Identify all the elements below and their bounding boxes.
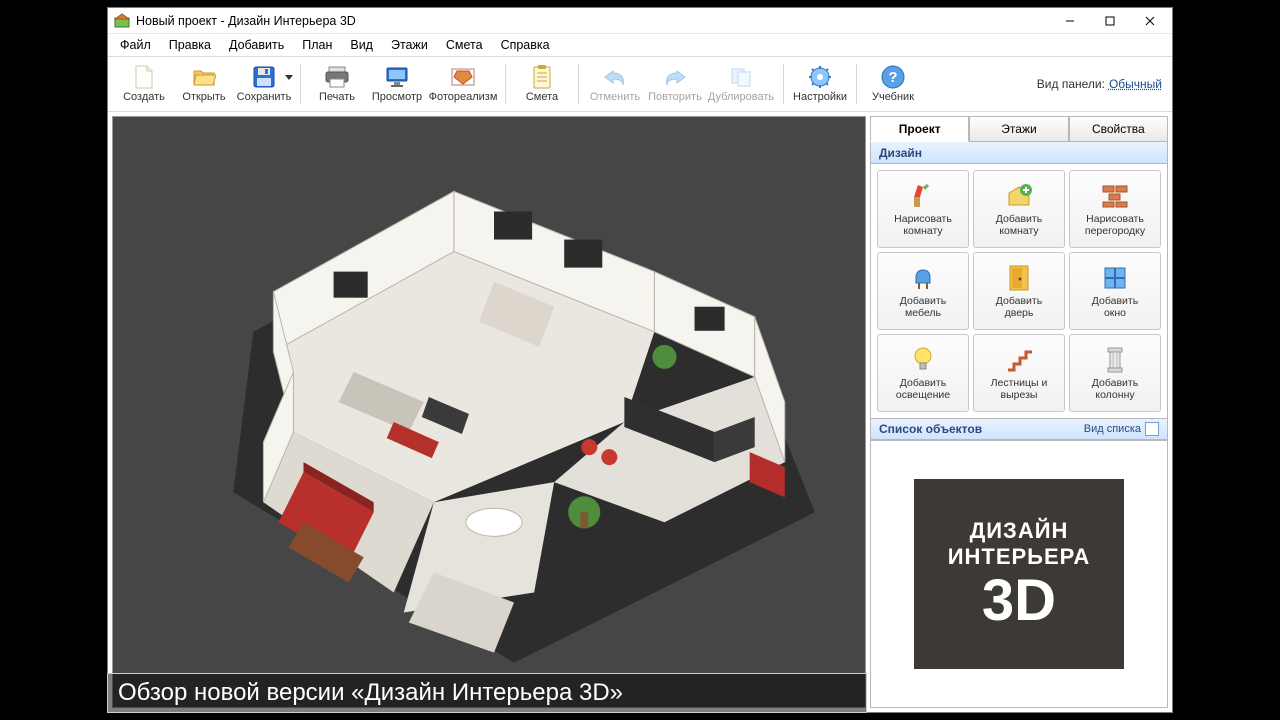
app-icon — [114, 13, 130, 29]
tab-props[interactable]: Свойства — [1069, 116, 1168, 142]
object-list-header: Список объектов Вид списка — [871, 418, 1167, 440]
add-door-button[interactable]: Добавить дверь — [973, 252, 1065, 330]
brush-icon — [908, 181, 938, 211]
cube-image-icon — [451, 65, 475, 89]
room-plus-icon — [1004, 181, 1034, 211]
right-sidebar: Проект Этажи Свойства Дизайн Нарисовать … — [870, 116, 1168, 708]
add-furniture-button[interactable]: Добавить мебель — [877, 252, 969, 330]
undo-icon — [603, 65, 627, 89]
app-window: Новый проект - Дизайн Интерьера 3D Файл … — [107, 7, 1173, 713]
tutorial-button[interactable]: ? Учебник — [863, 59, 923, 109]
product-logo: ДИЗАЙН ИНТЕРЬЕРА 3D — [914, 479, 1124, 669]
folder-open-icon — [192, 65, 216, 89]
menu-floors[interactable]: Этажи — [383, 36, 436, 54]
tab-floors[interactable]: Этажи — [969, 116, 1068, 142]
sidebar-tabs: Проект Этажи Свойства — [870, 116, 1168, 142]
undo-button[interactable]: Отменить — [585, 59, 645, 109]
estimate-button[interactable]: Смета — [512, 59, 572, 109]
open-button[interactable]: Открыть — [174, 59, 234, 109]
menubar: Файл Правка Добавить План Вид Этажи Смет… — [108, 34, 1172, 56]
menu-view[interactable]: Вид — [342, 36, 381, 54]
door-icon — [1004, 263, 1034, 293]
video-caption: Обзор новой версии «Дизайн Интерьера 3D» — [107, 673, 867, 713]
viewport-3d[interactable] — [112, 116, 866, 708]
maximize-button[interactable] — [1090, 9, 1130, 33]
preview-button[interactable]: Просмотр — [367, 59, 427, 109]
floorplan-3d — [113, 117, 865, 707]
add-light-button[interactable]: Добавить освещение — [877, 334, 969, 412]
separator — [783, 64, 784, 104]
draw-room-button[interactable]: Нарисовать комнату — [877, 170, 969, 248]
print-button[interactable]: Печать — [307, 59, 367, 109]
duplicate-button[interactable]: Дублировать — [705, 59, 777, 109]
draw-wall-button[interactable]: Нарисовать перегородку — [1069, 170, 1161, 248]
menu-file[interactable]: Файл — [112, 36, 159, 54]
svg-text:?: ? — [888, 69, 897, 86]
stairs-button[interactable]: Лестницы и вырезы — [973, 334, 1065, 412]
panel-mode-label: Вид панели: — [1037, 77, 1105, 91]
object-list-title: Список объектов — [879, 422, 982, 436]
floppy-icon — [252, 65, 276, 89]
file-blank-icon — [132, 65, 156, 89]
menu-edit[interactable]: Правка — [161, 36, 219, 54]
separator — [505, 64, 506, 104]
close-button[interactable] — [1130, 9, 1170, 33]
stairs-icon — [1004, 345, 1034, 375]
monitor-icon — [385, 65, 409, 89]
separator — [578, 64, 579, 104]
design-section: Дизайн Нарисовать комнату Добавить комна… — [870, 142, 1168, 441]
window-icon — [1100, 263, 1130, 293]
menu-plan[interactable]: План — [294, 36, 340, 54]
photoreal-button[interactable]: Фотореализм — [427, 59, 499, 109]
dropdown-arrow-icon[interactable] — [285, 75, 293, 81]
separator — [300, 64, 301, 104]
menu-estimate[interactable]: Смета — [438, 36, 491, 54]
printer-icon — [325, 65, 349, 89]
add-window-button[interactable]: Добавить окно — [1069, 252, 1161, 330]
redo-button[interactable]: Повторить — [645, 59, 705, 109]
toolbar: Создать Открыть Сохранить Печать Просмот… — [108, 56, 1172, 112]
bulb-icon — [908, 345, 938, 375]
add-column-button[interactable]: Добавить колонну — [1069, 334, 1161, 412]
clipboard-icon — [530, 65, 554, 89]
list-view-toggle[interactable] — [1145, 422, 1159, 436]
settings-button[interactable]: Настройки — [790, 59, 850, 109]
separator — [856, 64, 857, 104]
panel-mode-link[interactable]: Обычный — [1109, 77, 1162, 91]
brick-icon — [1100, 181, 1130, 211]
chair-icon — [908, 263, 938, 293]
column-icon — [1100, 345, 1130, 375]
create-button[interactable]: Создать — [114, 59, 174, 109]
window-title: Новый проект - Дизайн Интерьера 3D — [136, 14, 1050, 28]
logo-panel: ДИЗАЙН ИНТЕРЬЕРА 3D — [870, 441, 1168, 708]
add-room-button[interactable]: Добавить комнату — [973, 170, 1065, 248]
design-header: Дизайн — [871, 142, 1167, 164]
menu-help[interactable]: Справка — [493, 36, 558, 54]
save-button[interactable]: Сохранить — [234, 59, 294, 109]
duplicate-icon — [729, 65, 753, 89]
panel-mode: Вид панели: Обычный — [1037, 77, 1166, 91]
tab-project[interactable]: Проект — [870, 116, 969, 142]
titlebar: Новый проект - Дизайн Интерьера 3D — [108, 8, 1172, 34]
redo-icon — [663, 65, 687, 89]
list-view-label: Вид списка — [1084, 423, 1141, 435]
gear-icon — [808, 65, 832, 89]
minimize-button[interactable] — [1050, 9, 1090, 33]
menu-add[interactable]: Добавить — [221, 36, 292, 54]
help-icon: ? — [881, 65, 905, 89]
